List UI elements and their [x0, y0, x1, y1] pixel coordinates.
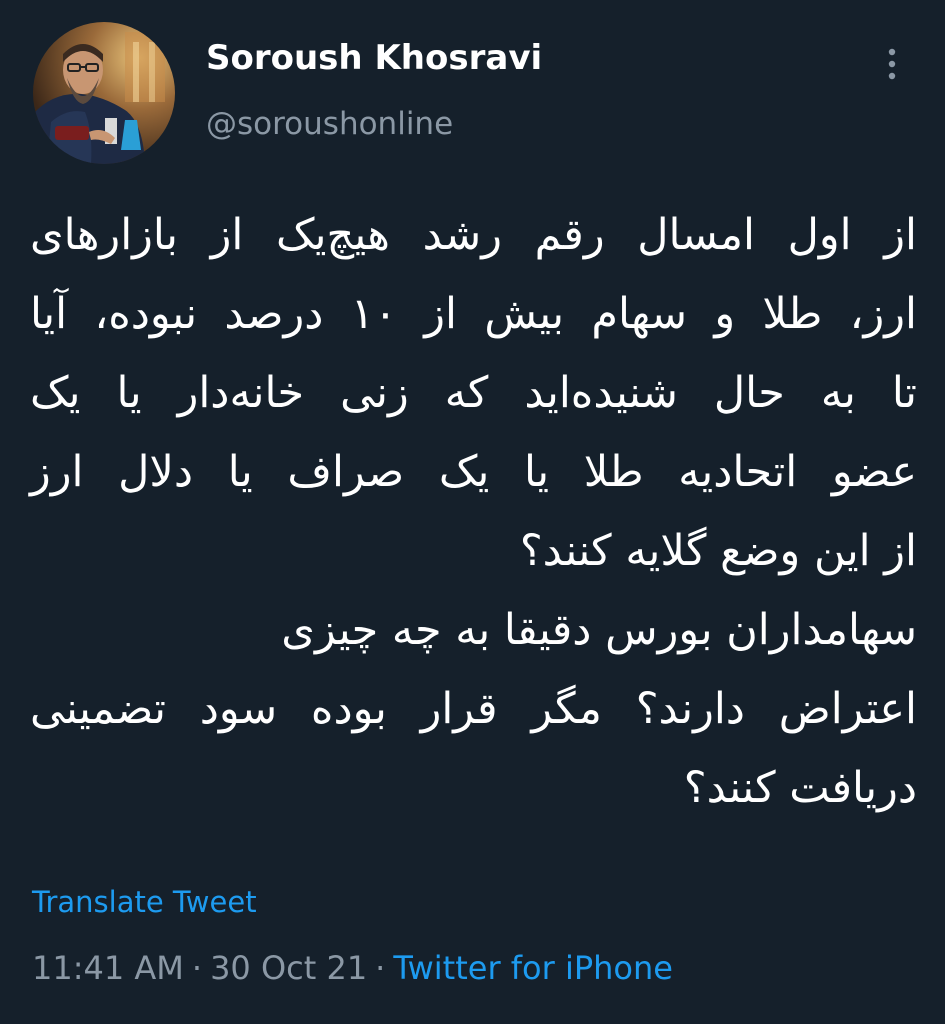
tweet-line: عضو اتحادیه طلا یا یک صراف یا دلال ارز: [30, 447, 917, 497]
avatar[interactable]: [33, 22, 175, 164]
vertical-ellipsis-icon: [888, 48, 896, 80]
tweet-line: اعتراض دارند؟ مگر قرار بوده سود تضمینی: [30, 684, 917, 734]
separator: ·: [191, 949, 203, 987]
separator: ·: [375, 949, 386, 987]
more-options-button[interactable]: [872, 42, 912, 86]
author-handle[interactable]: @soroushonline: [206, 106, 453, 142]
tweet-line: از اول امسال رقم رشد هیچ‌یک از بازارهای: [30, 210, 917, 260]
tweet-source-link[interactable]: Twitter for iPhone: [393, 949, 673, 987]
tweet-line: تا به حال شنیده‌اید که زنی خانه‌دار یا ی…: [30, 368, 917, 418]
tweet-line: ارز، طلا و سهام بیش از ۱۰ درصد نبوده، آی…: [30, 289, 917, 339]
tweet-line: سهامداران بورس دقیقا به چه چیزی: [281, 605, 917, 655]
tweet-date[interactable]: 30 Oct 21: [210, 949, 367, 987]
profile-photo: [33, 22, 175, 164]
author-display-name[interactable]: Soroush Khosravi: [206, 38, 542, 78]
tweet-text: از اول امسال رقم رشد هیچ‌یک از بازارهای …: [30, 196, 917, 828]
tweet-time[interactable]: 11:41 AM: [32, 949, 184, 987]
tweet-metadata: 11:41 AM · 30 Oct 21 · Twitter for iPhone: [32, 949, 673, 987]
tweet-line: دریافت کنند؟: [683, 763, 917, 813]
translate-tweet-link[interactable]: Translate Tweet: [32, 885, 257, 919]
tweet-line: از این وضع گلایه کنند؟: [519, 526, 917, 576]
